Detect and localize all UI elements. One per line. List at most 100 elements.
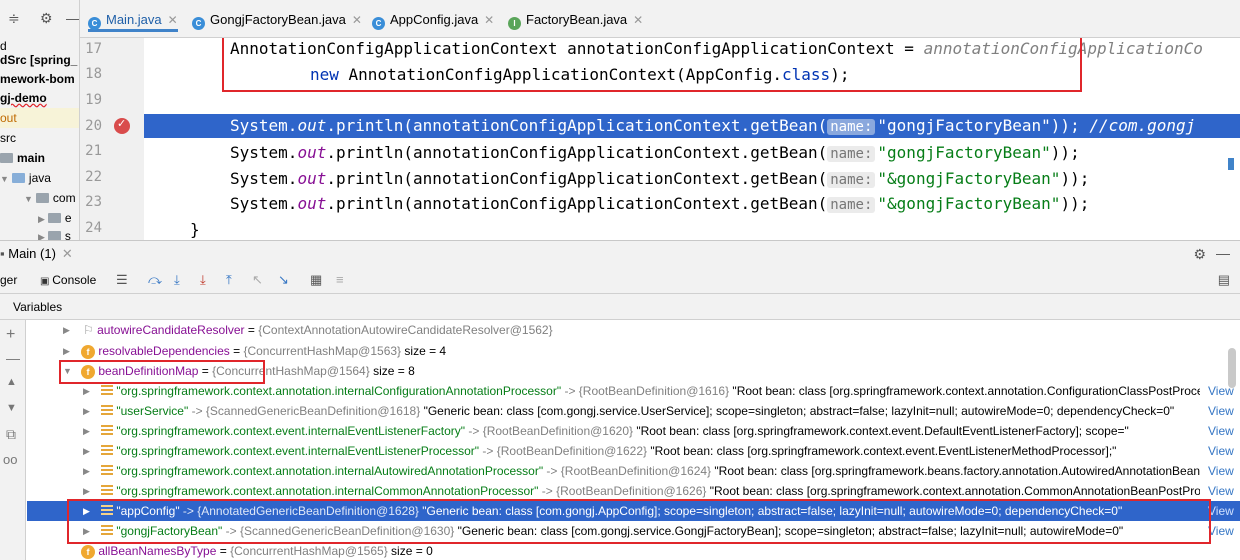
move-up-icon[interactable]: ▲ [6,376,17,388]
chevron-right-icon[interactable]: ▶ [63,341,70,361]
tree-item[interactable]: dSrc [spring_ [0,50,77,70]
folder-icon [0,153,13,163]
map-entry-row[interactable]: ▶ "org.springframework.context.event.int… [27,421,1240,441]
close-icon[interactable]: ✕ [62,246,73,261]
tree-item-com[interactable]: ▼ com [24,188,76,208]
folder-icon [11,173,25,183]
chevron-right-icon[interactable]: ▶ [83,461,90,481]
chevron-right-icon[interactable]: ▶ [63,320,70,340]
remove-watch-icon[interactable]: — [6,350,20,366]
view-link[interactable]: View [1204,401,1240,421]
tab-label: FactoryBean.java [526,12,628,27]
chevron-right-icon[interactable]: ▶ [38,214,45,224]
variable-row[interactable]: ▶ ⚐ autowireCandidateResolver = {Context… [27,320,1240,340]
variables-scrollbar[interactable] [1228,348,1236,388]
debug-session-tab[interactable]: ▪ Main (1) ✕ [0,246,73,262]
tree-item-e[interactable]: ▶ e [38,208,72,228]
run-to-cursor-icon[interactable]: ↘ [278,272,289,288]
class-icon: C [372,17,385,30]
view-link[interactable]: View [1204,461,1240,481]
tab-label: GongjFactoryBean.java [210,12,346,27]
tree-item-s[interactable]: ▶ s [38,226,71,240]
chevron-right-icon[interactable]: ▶ [83,421,90,441]
view-link[interactable]: View [1204,481,1240,501]
gear-icon[interactable]: ⚙ [1193,246,1206,263]
debug-icon: ▪ [0,246,9,261]
tab-main-java[interactable]: C Main.java ✕ [88,8,178,32]
map-entry-row[interactable]: ▶ "org.springframework.context.annotatio… [27,381,1240,401]
tab-factorybean-java[interactable]: I FactoryBean.java ✕ [508,8,643,32]
tab-label: Main.java [106,12,162,27]
map-entry-icon [101,485,113,496]
variable-row[interactable]: ▶ f resolvableDependencies = {Concurrent… [27,341,1240,361]
layout-icon[interactable]: ▤ [1218,272,1230,288]
tab-debugger[interactable]: ger [0,273,17,287]
tree-item-main[interactable]: main [0,148,45,168]
tab-console[interactable]: ▣ Console [40,273,96,287]
copy-icon[interactable]: ⧉ [6,426,16,443]
editor-gutter[interactable]: 17 18 19 20 21 22 23 24 [80,38,144,240]
variable-ref: {ConcurrentHashMap@1565} [230,544,388,558]
tab-appconfig-java[interactable]: C AppConfig.java ✕ [372,8,494,32]
entry-arrow: -> [538,484,557,498]
annotation-highlight-box [59,360,265,384]
chevron-down-icon[interactable]: ▼ [0,174,9,184]
close-icon[interactable]: ✕ [633,13,643,27]
evaluate-icon[interactable]: ▦ [310,272,322,288]
minimize-icon[interactable]: — [66,10,79,26]
breakpoint-icon[interactable] [114,117,130,134]
chevron-right-icon[interactable]: ▶ [83,481,90,501]
add-watch-icon[interactable]: + [6,326,15,344]
tree-item-java[interactable]: ▼ java [0,168,51,188]
close-icon[interactable]: ✕ [352,13,362,27]
tree-item[interactable]: out [0,108,79,128]
map-entry-row[interactable]: ▶ "org.springframework.context.annotatio… [27,481,1240,501]
tree-item[interactable]: mework-bom [0,69,75,89]
code-editor[interactable]: 17 18 19 20 21 22 23 24 AnnotationConfig… [80,38,1240,240]
code-line-20: System.out.println(annotationConfigAppli… [230,115,1195,138]
equals: = [216,544,231,558]
package-icon [47,213,61,223]
drop-frame-icon[interactable]: ↖ [252,272,263,288]
variables-title: Variables [13,300,63,314]
variables-tree[interactable]: ▶ ⚐ autowireCandidateResolver = {Context… [27,320,1240,560]
tab-label: AppConfig.java [390,12,479,27]
close-icon[interactable]: ✕ [484,13,494,27]
glasses-icon[interactable]: oo [3,452,17,467]
entry-value: "Root bean: class [org.springframework.c… [647,444,1117,458]
entry-key: "org.springframework.context.annotation.… [116,464,544,478]
force-step-into-icon[interactable]: ⤓ [200,272,206,288]
view-link[interactable]: View [1204,421,1240,441]
step-out-icon[interactable]: ⤒ [226,272,232,288]
debug-tabs: ger ▣ Console ☰ ⤼ ⤓ ⤓ ⤒ ↖ ↘ ▦ ≡ ▤ [0,268,1240,294]
map-entry-row[interactable]: ▶ "org.springframework.context.annotatio… [27,461,1240,481]
string-literal: "gongjFactoryBean" [877,143,1051,162]
chevron-down-icon[interactable]: ▼ [24,194,33,204]
gear-icon[interactable]: ⚙ [40,10,53,27]
chevron-right-icon[interactable]: ▶ [83,381,90,401]
code-text: .println(annotationConfigApplicationCont… [326,169,828,188]
close-icon[interactable]: ✕ [168,13,178,27]
menu-icon[interactable]: ☰ [116,272,128,288]
variable-size: size = 0 [387,544,433,558]
map-entry-row[interactable]: ▶ "org.springframework.context.event.int… [27,441,1240,461]
entry-arrow: -> [543,464,561,478]
tab-gongjfactorybean-java[interactable]: C GongjFactoryBean.java ✕ [192,8,362,32]
view-link[interactable]: View [1204,441,1240,461]
tree-item[interactable]: src [0,128,16,148]
trace-icon[interactable]: ≡ [336,272,344,287]
chevron-right-icon[interactable]: ▶ [38,232,45,240]
minimize-icon[interactable]: — [1216,245,1230,261]
chevron-right-icon[interactable]: ▶ [83,441,90,461]
console-icon: ▣ [40,276,53,287]
variable-name: allBeanNamesByType [98,544,217,558]
tree-item[interactable]: gj-demo [0,88,47,108]
line-number: 23 [85,194,102,210]
collapse-all-icon[interactable]: ≑ [8,10,20,27]
move-down-icon[interactable]: ▼ [6,402,17,414]
step-into-icon[interactable]: ⤓ [174,272,180,288]
static-field: out [297,143,327,162]
map-entry-row[interactable]: ▶ "userService" -> {ScannedGenericBeanDe… [27,401,1240,421]
step-over-icon[interactable]: ⤼ [148,272,162,288]
chevron-right-icon[interactable]: ▶ [83,401,90,421]
